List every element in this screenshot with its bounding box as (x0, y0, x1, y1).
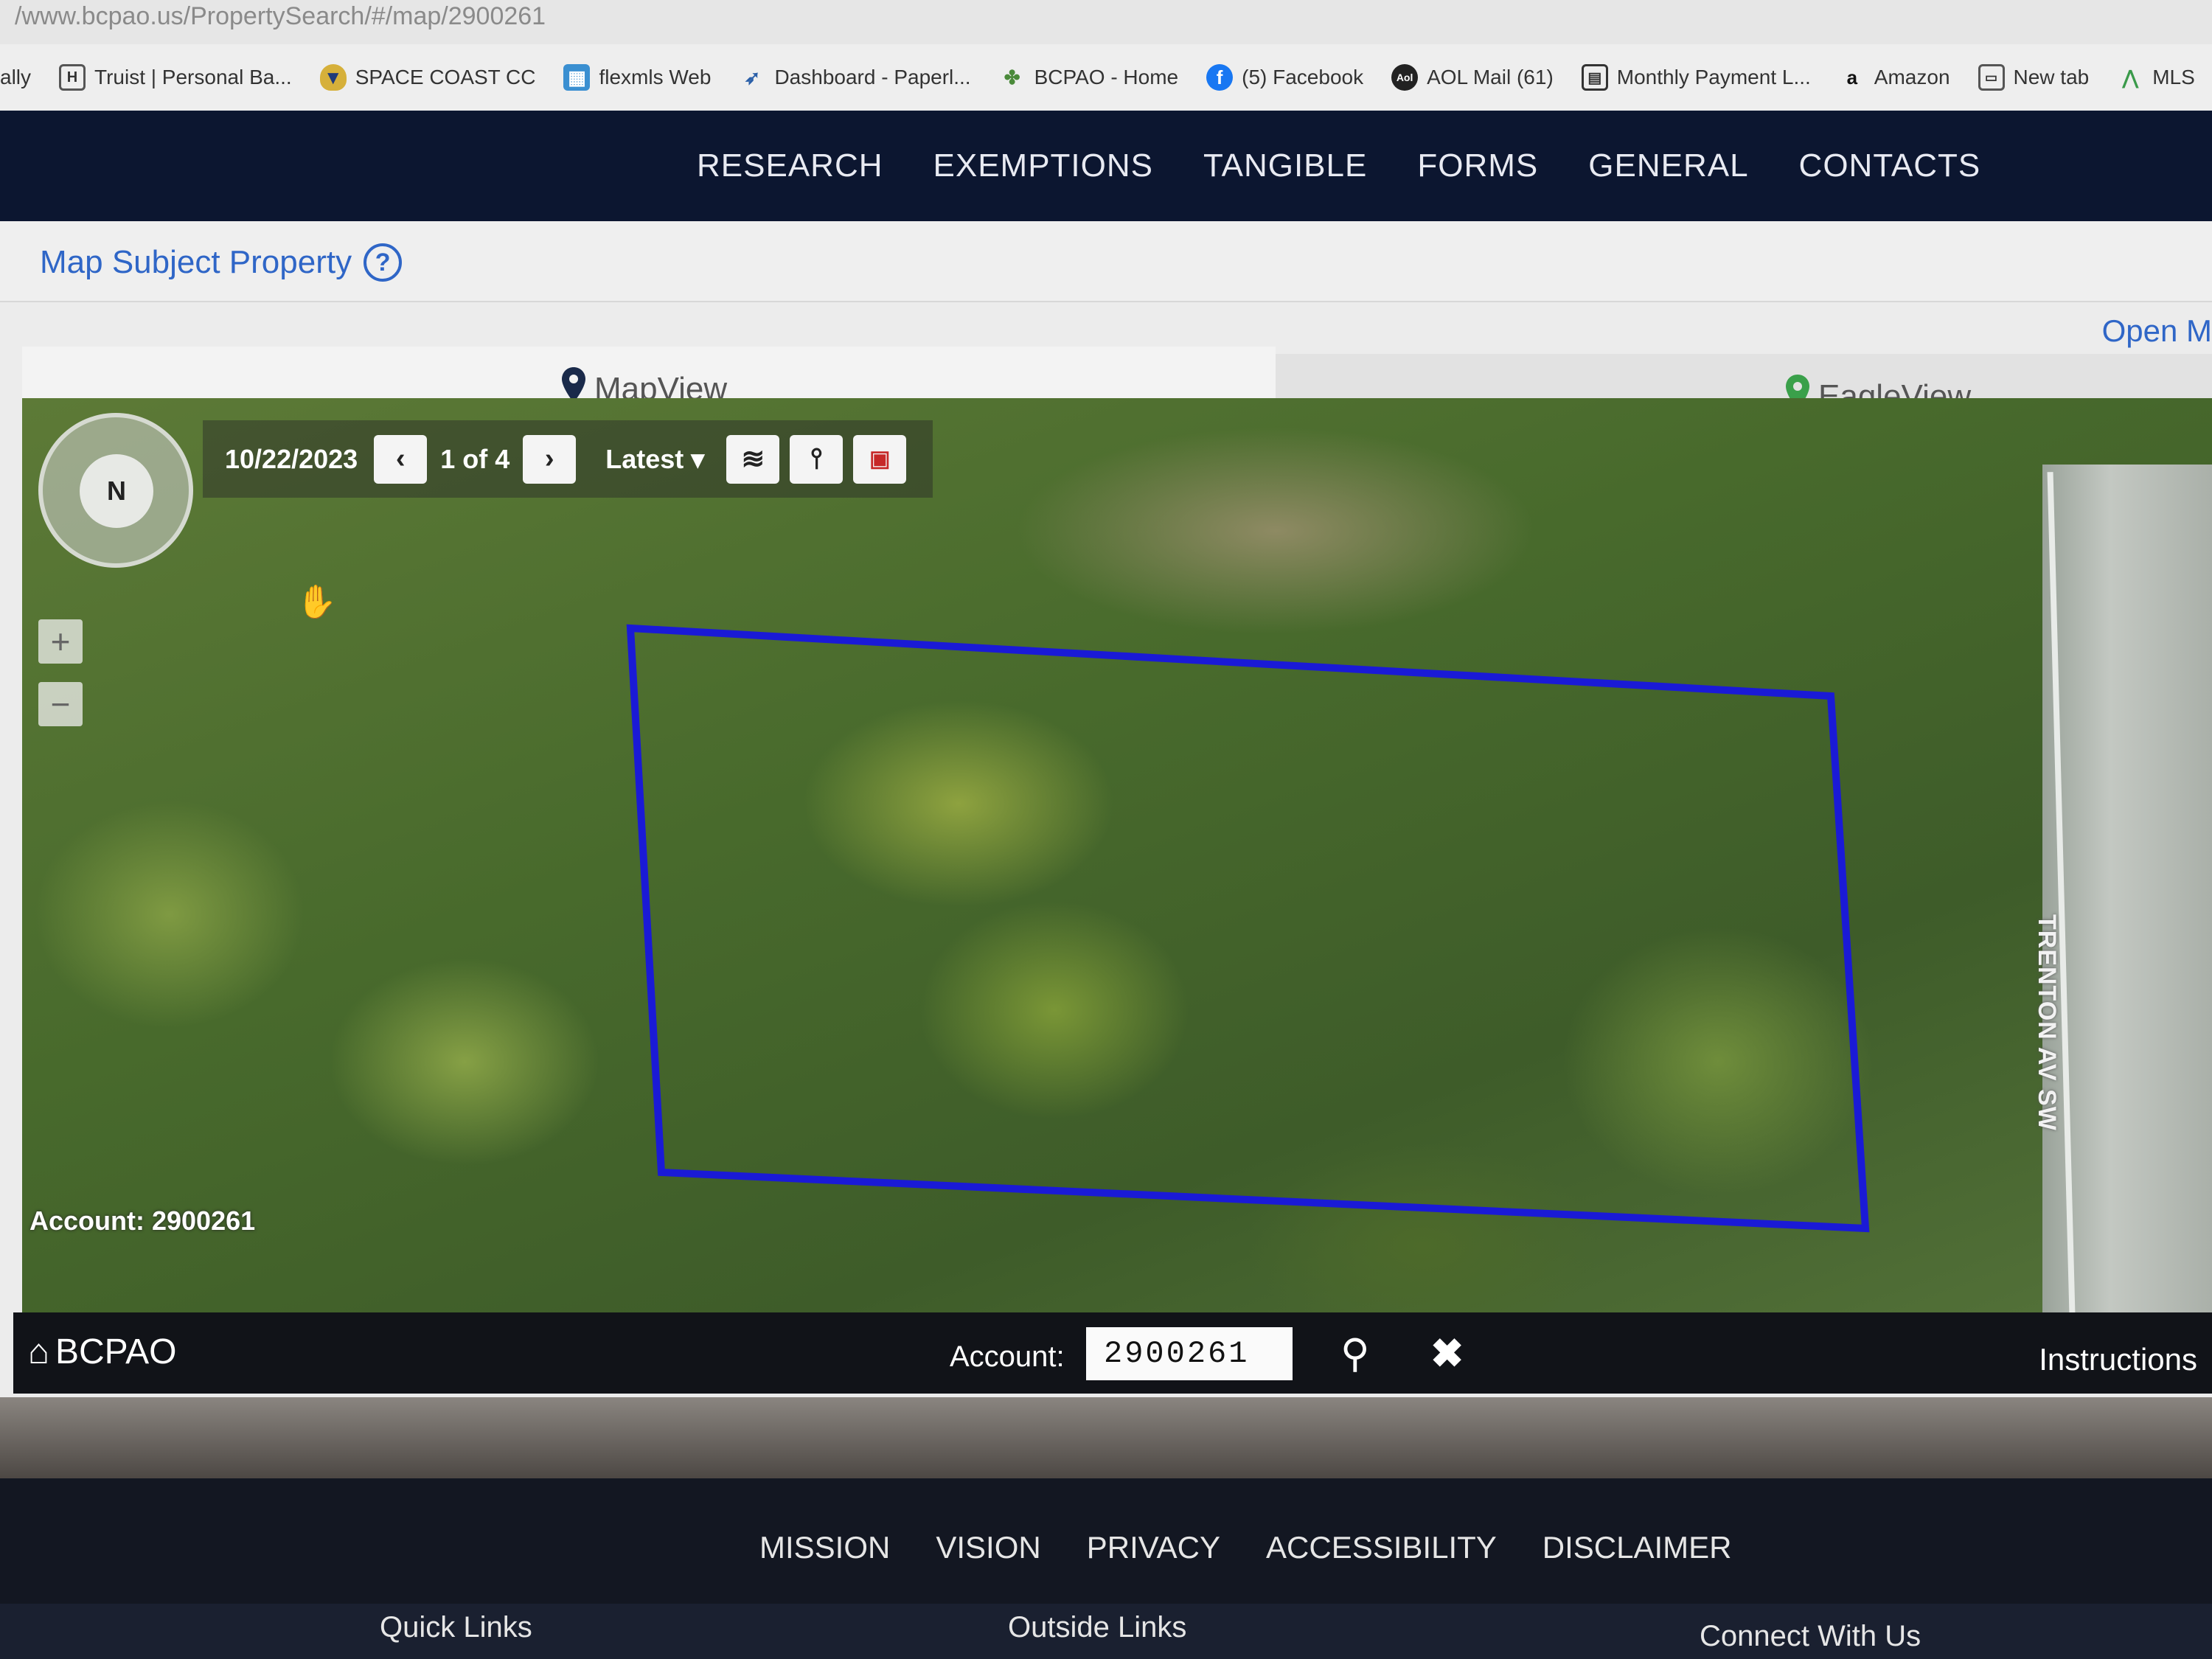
footer-privacy[interactable]: PRIVACY (1087, 1530, 1220, 1565)
bookmark-label: Dashboard - Paperl... (774, 66, 971, 88)
nav-general[interactable]: GENERAL (1588, 147, 1748, 184)
help-icon[interactable]: ? (364, 243, 403, 282)
bcpao-home-link[interactable]: ⌂ BCPAO (28, 1332, 176, 1372)
map-viewer[interactable]: TRENTON AV SW N + − ✋ 10/22/2023 ‹ 1 of … (22, 398, 2212, 1320)
nav-contacts[interactable]: CONTACTS (1799, 147, 1981, 184)
url-text: /www.bcpao.us/PropertySearch/#/map/29002… (15, 2, 546, 30)
bookmark-bcpao[interactable]: ✤ BCPAO - Home (999, 64, 1179, 91)
bookmark-truist[interactable]: H Truist | Personal Ba... (59, 64, 292, 91)
latest-dropdown[interactable]: Latest ▾ (605, 444, 704, 475)
prev-image-button[interactable]: ‹ (374, 434, 428, 484)
address-bar[interactable]: /www.bcpao.us/PropertySearch/#/map/29002… (0, 0, 2212, 44)
bookmark-label: AOL Mail (61) (1427, 66, 1554, 88)
pin-icon[interactable]: ⫯ (790, 434, 844, 484)
space-coast-icon: ▼ (319, 64, 347, 91)
bookmark-label: New tab (2013, 66, 2090, 88)
page-title-text: Map Subject Property (40, 244, 352, 280)
map-toolbar: 10/22/2023 ‹ 1 of 4 › Latest ▾ ≋ ⫯ ▣ (203, 420, 933, 498)
bookmark-label: (5) Facebook (1242, 66, 1364, 88)
compass-control[interactable]: N (38, 413, 193, 568)
new-tab-icon: ▭ (1978, 64, 2005, 91)
compass-north: N (80, 454, 153, 528)
instructions-link[interactable]: Instructions (2039, 1342, 2197, 1377)
bookmark-new-tab[interactable]: ▭ New tab (1978, 64, 2090, 91)
zoom-out-button[interactable]: − (38, 682, 83, 726)
layers-icon[interactable]: ≋ (726, 434, 780, 484)
footer-disclaimer[interactable]: DISCLAIMER (1543, 1530, 1732, 1565)
bookmark-label: BCPAO - Home (1034, 66, 1179, 88)
facebook-icon: f (1206, 64, 1234, 91)
bookmark-space-coast[interactable]: ▼ SPACE COAST CC (319, 64, 536, 91)
close-icon[interactable]: ✖ (1430, 1330, 1464, 1377)
home-label: BCPAO (55, 1332, 177, 1371)
paperless-icon: ➶ (744, 66, 761, 88)
open-map-link[interactable]: Open M (2102, 313, 2212, 349)
quick-links-heading: Quick Links (380, 1611, 532, 1644)
parcel-outline (626, 624, 1870, 1233)
bookmark-label: Monthly Payment L... (1616, 66, 1811, 88)
bookmark-label: SPACE COAST CC (355, 66, 536, 88)
bookmark-flexmls[interactable]: ▦ flexmls Web (563, 64, 711, 91)
nav-forms[interactable]: FORMS (1417, 147, 1538, 184)
bookmarks-bar: ally H Truist | Personal Ba... ▼ SPACE C… (0, 44, 2212, 111)
account-label: Account: (950, 1340, 1065, 1373)
subject-header: Map Subject Property ? (0, 221, 2212, 302)
footer-sections: Quick Links Outside Links Connect With U… (0, 1604, 2212, 1659)
footer-mission[interactable]: MISSION (759, 1530, 890, 1565)
bookmark-paperless[interactable]: ➶ Dashboard - Paperl... (739, 64, 971, 91)
zoom-in-button[interactable]: + (38, 619, 83, 664)
amazon-icon: a (1846, 66, 1858, 88)
footer-accessibility[interactable]: ACCESSIBILITY (1266, 1530, 1497, 1565)
account-input[interactable] (1086, 1327, 1293, 1380)
outside-links-heading: Outside Links (1008, 1611, 1187, 1644)
bcpao-icon: ✤ (1004, 66, 1020, 88)
bookmark-label: MLS (2152, 66, 2195, 88)
pan-cursor-icon: ✋ (296, 584, 337, 620)
nav-tangible[interactable]: TANGIBLE (1203, 147, 1367, 184)
main-nav: RESEARCH EXEMPTIONS TANGIBLE FORMS GENER… (0, 111, 2212, 221)
bookmark-ally[interactable]: ally (0, 66, 31, 89)
pdf-icon[interactable]: ▣ (853, 434, 907, 484)
bookmark-label: flexmls Web (599, 66, 712, 88)
flexmls-icon: ▦ (563, 64, 591, 91)
search-icon[interactable]: ⚲ (1340, 1330, 1370, 1377)
map-footer-bar: ⌂ BCPAO Account: ⚲ ✖ Instructions (13, 1312, 2212, 1394)
page-title: Map Subject Property ? (40, 243, 403, 282)
home-icon: ⌂ (28, 1332, 49, 1371)
bookmark-facebook[interactable]: f (5) Facebook (1206, 64, 1363, 91)
next-image-button[interactable]: › (523, 434, 577, 484)
aol-icon: Aol (1391, 64, 1419, 91)
nav-research[interactable]: RESEARCH (697, 147, 883, 184)
image-pager: 1 of 4 (440, 443, 510, 474)
connect-heading: Connect With Us (1700, 1620, 1921, 1652)
parcel-boundary (626, 624, 1870, 1233)
bookmark-label: ally (0, 66, 32, 88)
latest-label: Latest (605, 443, 684, 474)
imagery-date: 10/22/2023 (225, 443, 358, 474)
page-footer: MISSION VISION PRIVACY ACCESSIBILITY DIS… (0, 1478, 2212, 1659)
truist-icon: H (59, 64, 86, 91)
calendar-icon: ▤ (1581, 64, 1608, 91)
nav-exemptions[interactable]: EXEMPTIONS (933, 147, 1154, 184)
footer-banner (0, 1397, 2212, 1478)
bookmark-aol[interactable]: Aol AOL Mail (61) (1391, 64, 1554, 91)
bookmark-monthly-payment[interactable]: ▤ Monthly Payment L... (1581, 64, 1811, 91)
footer-vision[interactable]: VISION (936, 1530, 1040, 1565)
bookmark-label: Amazon (1874, 66, 1950, 88)
bookmark-amazon[interactable]: a Amazon (1839, 64, 1950, 91)
bookmark-mls[interactable]: ⋀ MLS (2117, 64, 2195, 91)
mls-icon: ⋀ (2122, 66, 2138, 88)
bookmark-label: Truist | Personal Ba... (94, 66, 292, 88)
footer-links: MISSION VISION PRIVACY ACCESSIBILITY DIS… (759, 1530, 1732, 1565)
account-overlay: Account: 2900261 (29, 1206, 256, 1236)
